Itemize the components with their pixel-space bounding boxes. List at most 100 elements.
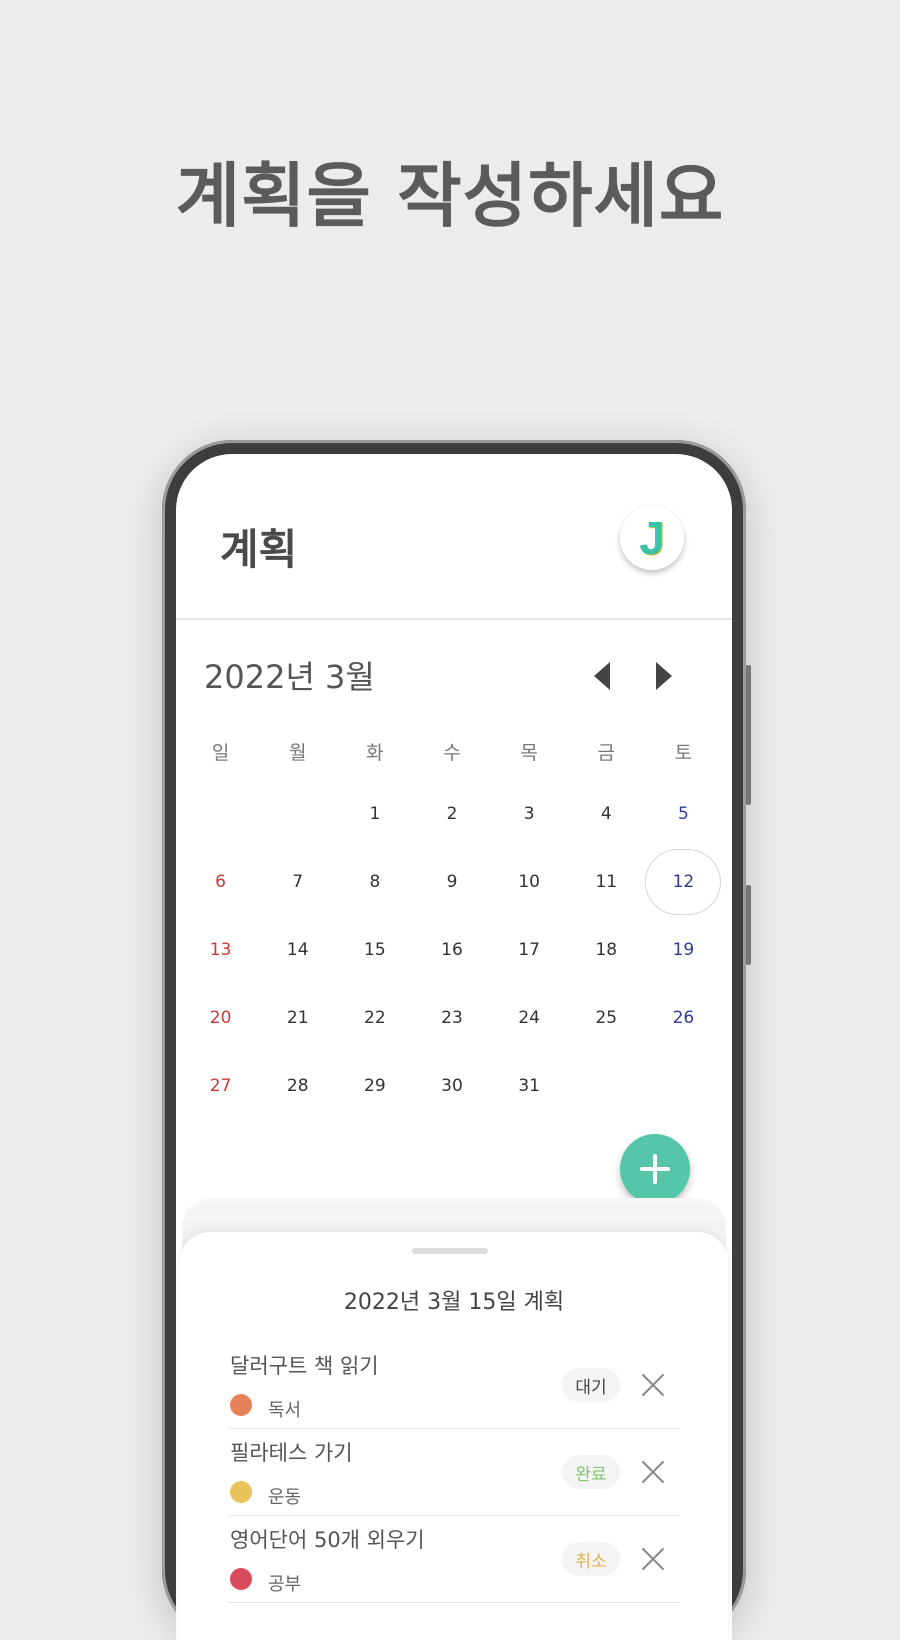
calendar-day-label: 17 bbox=[518, 940, 540, 960]
calendar-day[interactable]: 1 bbox=[336, 780, 413, 848]
category-dot-icon bbox=[230, 1568, 252, 1590]
calendar-day-label: 27 bbox=[209, 1076, 232, 1096]
calendar-day-label: 14 bbox=[286, 940, 309, 960]
page-title: 계획 bbox=[220, 525, 298, 574]
drag-handle[interactable] bbox=[412, 1248, 488, 1254]
calendar-day[interactable]: 23 bbox=[413, 984, 490, 1052]
app-logo-icon: J bbox=[639, 512, 665, 564]
weekday-mon: 월 bbox=[288, 742, 307, 764]
phone-screen: 계획 J 2022년 3월 일 월 화 수 목 금 토 1 2 3 4 5 6 7 8 9 10 1… bbox=[176, 454, 732, 1640]
calendar-day-label: 22 bbox=[364, 1008, 386, 1028]
status-badge[interactable]: 완료 bbox=[562, 1455, 620, 1489]
calendar-day[interactable]: 16 bbox=[413, 916, 490, 984]
plan-item[interactable]: 달러구트 책 읽기 독서 대기 bbox=[228, 1342, 680, 1429]
calendar-empty-cell bbox=[182, 780, 259, 848]
calendar-day[interactable]: 11 bbox=[568, 848, 645, 916]
calendar-day-label: 25 bbox=[595, 1008, 618, 1028]
calendar-day[interactable]: 28 bbox=[259, 1052, 336, 1120]
delete-plan-button[interactable] bbox=[636, 1368, 670, 1402]
calendar-day[interactable]: 5 bbox=[645, 780, 722, 848]
calendar-day[interactable]: 26 bbox=[645, 984, 722, 1052]
avatar[interactable]: J bbox=[620, 506, 684, 570]
phone-side-button bbox=[746, 665, 751, 805]
calendar-day-label: 13 bbox=[209, 940, 232, 960]
calendar-day[interactable]: 25 bbox=[568, 984, 645, 1052]
calendar-day-label: 10 bbox=[518, 872, 540, 892]
month-label: 2022년 3월 bbox=[204, 658, 375, 696]
calendar-day[interactable]: 9 bbox=[413, 848, 490, 916]
plan-name: 달러구트 책 읽기 bbox=[230, 1354, 379, 1378]
phone-frame: 계획 J 2022년 3월 일 월 화 수 목 금 토 1 2 3 4 5 6 7 8 9 10 1… bbox=[162, 440, 751, 1640]
plan-item[interactable]: 필라테스 가기운동 완료 bbox=[228, 1429, 680, 1516]
calendar-day-label: 3 bbox=[523, 804, 535, 824]
calendar-day[interactable]: 21 bbox=[259, 984, 336, 1052]
calendar-day-label: 26 bbox=[672, 1008, 695, 1028]
calendar-day[interactable]: 15 bbox=[336, 916, 413, 984]
calendar-day[interactable]: 20 bbox=[182, 984, 259, 1052]
triangle-left-icon bbox=[594, 662, 610, 690]
calendar-day[interactable]: 2 bbox=[413, 780, 490, 848]
calendar-day[interactable]: 14 bbox=[259, 916, 336, 984]
next-month-button[interactable] bbox=[646, 658, 682, 694]
calendar-day[interactable]: 18 bbox=[568, 916, 645, 984]
calendar-day-label: 24 bbox=[518, 1008, 540, 1028]
weekday-header: 일 월 화 수 목 금 토 bbox=[182, 738, 722, 765]
category-dot-icon bbox=[230, 1481, 252, 1503]
calendar-day[interactable]: 22 bbox=[336, 984, 413, 1052]
calendar-empty-cell bbox=[259, 780, 336, 848]
calendar-day-label: 31 bbox=[518, 1076, 540, 1096]
calendar-day[interactable]: 10 bbox=[491, 848, 568, 916]
calendar-day-label: 9 bbox=[446, 872, 458, 892]
calendar-day[interactable]: 31 bbox=[491, 1052, 568, 1120]
plan-item[interactable]: 영어단어 50개 외우기공부 취소 bbox=[228, 1516, 680, 1603]
calendar-day-label: 19 bbox=[672, 940, 695, 960]
calendar-day[interactable]: 24 bbox=[491, 984, 568, 1052]
calendar-day[interactable]: 19 bbox=[645, 916, 722, 984]
weekday-thu: 목 bbox=[520, 742, 538, 764]
calendar-day-label: 12 bbox=[645, 849, 722, 915]
header-divider bbox=[176, 618, 732, 620]
calendar-day[interactable]: 17 bbox=[491, 916, 568, 984]
calendar-day[interactable]: 7 bbox=[259, 848, 336, 916]
calendar-day-label: 15 bbox=[364, 940, 386, 960]
calendar-day[interactable]: 27 bbox=[182, 1052, 259, 1120]
weekday-sun: 일 bbox=[211, 742, 230, 764]
prev-month-button[interactable] bbox=[584, 658, 620, 694]
plan-list: 달러구트 책 읽기 독서 대기필라테스 가기운동 완료영어단어 50개 외우기공부 취소 bbox=[228, 1342, 680, 1603]
calendar-day-label: 16 bbox=[441, 940, 463, 960]
add-plan-button[interactable] bbox=[620, 1134, 690, 1204]
calendar-day[interactable]: 3 bbox=[491, 780, 568, 848]
calendar-day-label: 6 bbox=[215, 872, 226, 892]
calendar-day[interactable]: 30 bbox=[413, 1052, 490, 1120]
calendar-day[interactable]: 4 bbox=[568, 780, 645, 848]
delete-plan-button[interactable] bbox=[636, 1542, 670, 1576]
calendar-day-label: 18 bbox=[595, 940, 618, 960]
status-badge[interactable]: 대기 bbox=[562, 1368, 620, 1402]
calendar-day[interactable]: 12 bbox=[645, 848, 722, 916]
calendar-day-label: 29 bbox=[364, 1076, 386, 1096]
calendar-day[interactable]: 13 bbox=[182, 916, 259, 984]
triangle-right-icon bbox=[656, 662, 672, 690]
calendar-day-label: 5 bbox=[678, 804, 689, 824]
weekday-fri: 금 bbox=[597, 742, 616, 764]
calendar-day-label: 23 bbox=[441, 1008, 463, 1028]
plan-name: 영어단어 50개 외우기 bbox=[230, 1528, 425, 1552]
calendar-day-label: 7 bbox=[292, 872, 304, 892]
weekday-sat: 토 bbox=[674, 742, 693, 764]
calendar-day-label: 4 bbox=[600, 804, 612, 824]
category-label: 운동 bbox=[268, 1487, 302, 1508]
calendar-day-label: 28 bbox=[286, 1076, 309, 1096]
calendar-day-label: 21 bbox=[286, 1008, 309, 1028]
status-badge[interactable]: 취소 bbox=[562, 1542, 620, 1576]
calendar-day[interactable]: 29 bbox=[336, 1052, 413, 1120]
phone-side-button bbox=[746, 885, 751, 965]
calendar-day[interactable]: 8 bbox=[336, 848, 413, 916]
calendar-day-label: 8 bbox=[369, 872, 381, 892]
weekday-wed: 수 bbox=[443, 742, 461, 764]
calendar-day[interactable]: 6 bbox=[182, 848, 259, 916]
plan-name: 필라테스 가기 bbox=[230, 1441, 353, 1465]
category-label: 공부 bbox=[268, 1574, 302, 1595]
plus-icon bbox=[640, 1154, 670, 1184]
sheet-title: 2022년 3월 15일 계획 bbox=[343, 1290, 565, 1315]
delete-plan-button[interactable] bbox=[636, 1455, 670, 1489]
